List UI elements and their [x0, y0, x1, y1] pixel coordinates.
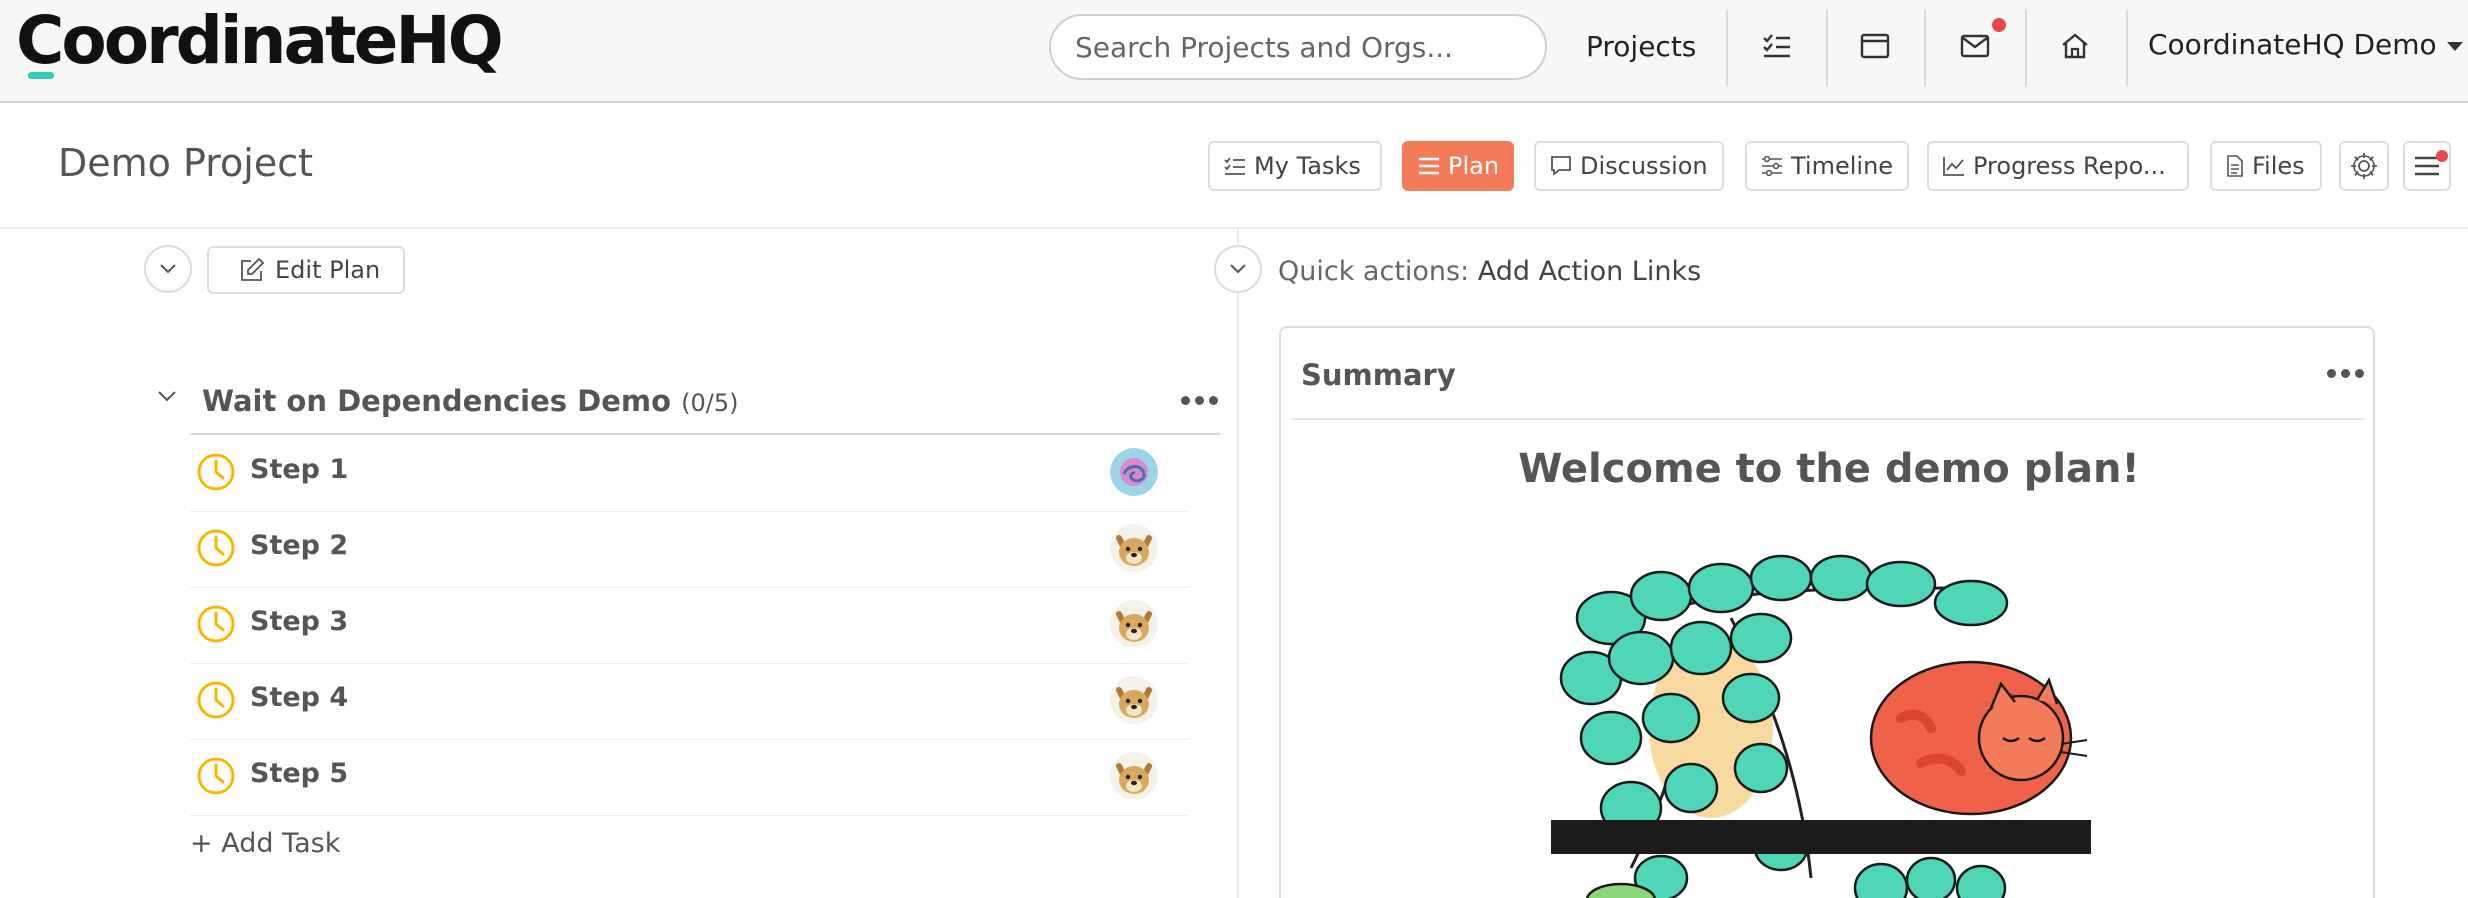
pending-clock-icon[interactable]: [196, 452, 236, 492]
nav-divider: [1924, 10, 1926, 86]
chevron-down-icon: [158, 391, 176, 402]
summary-title: Summary: [1301, 358, 1456, 392]
gear-icon: [2351, 153, 2377, 179]
chevron-down-icon: [1230, 264, 1246, 274]
tab-timeline[interactable]: Timeline: [1745, 141, 1909, 191]
group-divider: [190, 433, 1220, 435]
task-label[interactable]: Step 5: [250, 758, 348, 789]
task-row[interactable]: Step 2: [190, 512, 1190, 588]
dog-avatar[interactable]: [1110, 752, 1158, 800]
nav-divider: [2126, 10, 2128, 86]
group-collapse-toggle[interactable]: [156, 388, 178, 407]
nav-divider: [2025, 10, 2027, 86]
panel-divider: [1237, 229, 1239, 898]
tab-progress-report[interactable]: Progress Repo...: [1927, 141, 2189, 191]
notification-badge: [2436, 150, 2448, 162]
account-label: CoordinateHQ Demo: [2148, 28, 2437, 61]
settings-button[interactable]: [2339, 141, 2389, 191]
task-label[interactable]: Step 3: [250, 606, 348, 637]
line-chart-icon: [1943, 157, 1964, 176]
task-row[interactable]: Step 5: [190, 740, 1190, 816]
task-row[interactable]: Step 3: [190, 588, 1190, 664]
chevron-down-icon: [160, 264, 176, 274]
tab-label: Files: [2252, 152, 2305, 180]
add-action-links-link[interactable]: Add Action Links: [1478, 256, 1701, 287]
task-group-title[interactable]: Wait on Dependencies Demo (0/5): [202, 384, 738, 418]
account-menu[interactable]: CoordinateHQ Demo: [2148, 28, 2463, 61]
collapse-quick-actions-button[interactable]: [1214, 245, 1262, 293]
file-icon: [2227, 155, 2243, 177]
nav-divider: [1726, 10, 1728, 86]
nav-projects-link[interactable]: Projects: [1586, 30, 1696, 63]
summary-card: Summary Welcome to the demo plan!: [1279, 326, 2375, 898]
edit-icon: [241, 257, 265, 281]
edit-plan-label: Edit Plan: [275, 256, 381, 284]
summary-heading: Welcome to the demo plan!: [1518, 446, 2140, 492]
summary-divider: [1291, 418, 2365, 420]
pending-clock-icon[interactable]: [196, 528, 236, 568]
quick-actions: Quick actions: Add Action Links: [1278, 256, 1701, 287]
pending-clock-icon[interactable]: [196, 756, 236, 796]
group-progress-count: (0/5): [681, 389, 739, 417]
nav-divider: [1826, 10, 1828, 86]
group-name: Wait on Dependencies Demo: [202, 384, 672, 418]
home-icon[interactable]: [2055, 28, 2095, 64]
mail-icon[interactable]: [1955, 28, 1995, 64]
search-input[interactable]: [1049, 14, 1547, 80]
tab-my-tasks[interactable]: My Tasks: [1208, 141, 1382, 191]
dog-avatar[interactable]: [1110, 524, 1158, 572]
task-label[interactable]: Step 4: [250, 682, 348, 713]
project-header: Demo Project My Tasks Plan Discussion Ti…: [0, 103, 2468, 229]
calendar-icon[interactable]: [1855, 28, 1895, 64]
tab-plan[interactable]: Plan: [1402, 141, 1514, 191]
pending-clock-icon[interactable]: [196, 680, 236, 720]
add-task-button[interactable]: + Add Task: [190, 828, 340, 859]
menu-button[interactable]: [2403, 141, 2451, 191]
logo[interactable]: CoordinateHQ: [16, 2, 504, 79]
top-navbar: CoordinateHQ Projects CoordinateHQ Demo: [0, 0, 2468, 103]
sliders-icon: [1762, 156, 1782, 176]
task-row[interactable]: Step 1: [190, 436, 1190, 512]
summary-more-options-icon[interactable]: [2327, 369, 2364, 378]
checklist-icon: [1224, 157, 1245, 175]
tab-discussion[interactable]: Discussion: [1534, 141, 1724, 191]
list-icon: [1419, 157, 1439, 175]
plant-and-cat-illustration: [1551, 554, 2091, 898]
swirl-avatar[interactable]: [1110, 448, 1158, 496]
tasks-icon[interactable]: [1757, 28, 1797, 64]
quick-actions-label: Quick actions:: [1278, 256, 1470, 287]
task-label[interactable]: Step 2: [250, 530, 348, 561]
tab-label: Plan: [1448, 152, 1500, 180]
logo-accent: [28, 72, 54, 79]
notification-badge: [1992, 18, 2006, 32]
dog-avatar[interactable]: [1110, 600, 1158, 648]
page-title: Demo Project: [58, 141, 313, 185]
tab-label: Timeline: [1791, 152, 1894, 180]
tab-files[interactable]: Files: [2210, 141, 2322, 191]
tab-label: Progress Repo...: [1973, 152, 2166, 180]
chevron-down-icon: [2446, 41, 2463, 51]
dog-avatar[interactable]: [1110, 676, 1158, 724]
pending-clock-icon[interactable]: [196, 604, 236, 644]
task-row[interactable]: Step 4: [190, 664, 1190, 740]
speech-bubble-icon: [1551, 156, 1571, 176]
collapse-plan-button[interactable]: [144, 245, 192, 293]
tab-label: Discussion: [1580, 152, 1708, 180]
group-more-options-icon[interactable]: [1181, 396, 1218, 405]
tab-label: My Tasks: [1254, 152, 1361, 180]
task-label[interactable]: Step 1: [250, 454, 348, 485]
edit-plan-button[interactable]: Edit Plan: [207, 246, 405, 294]
